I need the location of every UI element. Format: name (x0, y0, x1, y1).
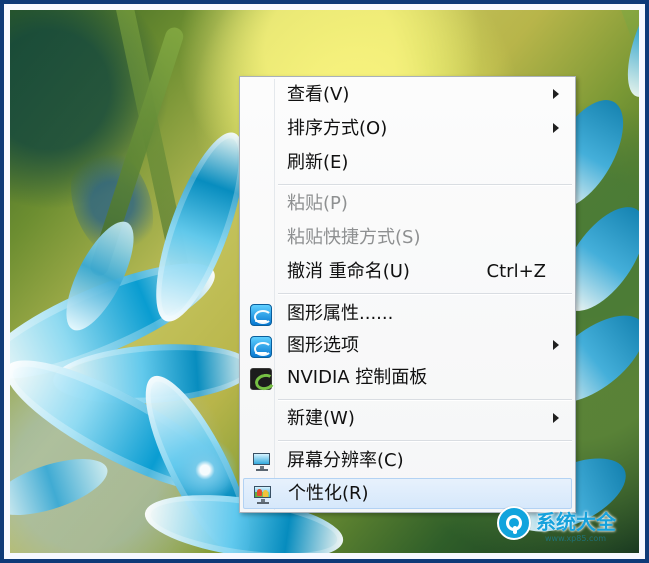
intel-graphics-icon (250, 336, 272, 358)
personalize-icon (252, 484, 274, 506)
menu-item-label: 排序方式(O) (287, 118, 388, 139)
menu-separator (278, 399, 572, 401)
menu-item-label: 新建(W) (287, 408, 355, 429)
intel-graphics-icon (250, 304, 272, 326)
menu-item-paste-shortcut: 粘贴快捷方式(S) (243, 223, 572, 254)
site-watermark: 系统大全 www.xp85.com (497, 503, 633, 548)
wallpaper-blur-left (10, 10, 170, 210)
menu-item-view[interactable]: 查看(V) (243, 80, 572, 111)
submenu-arrow-icon (553, 123, 559, 133)
menu-item-screen-resolution[interactable]: 屏幕分辨率(C) (243, 446, 572, 477)
menu-shortcut-label: Ctrl+Z (486, 261, 546, 282)
menu-item-label: 撤消 重命名(U) (287, 261, 410, 282)
menu-item-label: 查看(V) (287, 84, 350, 105)
wallpaper-blue-bokeh (56, 134, 168, 272)
submenu-arrow-icon (553, 413, 559, 423)
menu-item-label: 屏幕分辨率(C) (287, 450, 404, 471)
menu-item-paste: 粘贴(P) (243, 189, 572, 220)
screenshot-frame: 查看(V) 排序方式(O) 刷新(E) 粘贴(P) 粘贴快捷方式(S) 撤消 重… (0, 0, 649, 563)
menu-item-label: 粘贴快捷方式(S) (287, 227, 421, 248)
wallpaper-stem-2 (112, 10, 197, 305)
monitor-base-icon (256, 469, 268, 471)
nvidia-control-panel-icon (250, 368, 272, 390)
monitor-base-icon (257, 502, 269, 504)
menu-item-graphics-properties[interactable]: 图形属性...... (243, 299, 572, 330)
wallpaper-stem-3 (618, 10, 639, 295)
submenu-arrow-icon (553, 89, 559, 99)
personalize-figure-icon (263, 490, 268, 497)
menu-item-sort-by[interactable]: 排序方式(O) (243, 114, 572, 145)
menu-item-new[interactable]: 新建(W) (243, 404, 572, 435)
menu-item-nvidia-control-panel[interactable]: NVIDIA 控制面板 (243, 363, 572, 394)
system-logo-icon (497, 506, 531, 540)
watermark-text: 系统大全 (536, 510, 616, 534)
screen-resolution-icon (251, 451, 273, 473)
personalize-figure-icon (257, 489, 262, 496)
menu-item-label: NVIDIA 控制面板 (287, 367, 428, 388)
monitor-screen-icon (253, 453, 270, 465)
wallpaper-blue-petal-3 (10, 338, 243, 514)
watermark-subtext: www.xp85.com (545, 534, 607, 543)
menu-separator (278, 184, 572, 186)
wallpaper-blue-petal-7 (10, 447, 114, 527)
menu-item-label: 刷新(E) (287, 152, 349, 173)
desktop-context-menu: 查看(V) 排序方式(O) 刷新(E) 粘贴(P) 粘贴快捷方式(S) 撤消 重… (239, 76, 576, 513)
wallpaper-blue-petal-1 (10, 241, 227, 401)
menu-item-label: 图形属性...... (287, 303, 394, 324)
menu-item-graphics-options[interactable]: 图形选项 (243, 331, 572, 362)
menu-item-refresh[interactable]: 刷新(E) (243, 148, 572, 179)
wallpaper-right-petal-5 (615, 10, 639, 104)
menu-separator (278, 293, 572, 295)
desktop-wallpaper[interactable]: 查看(V) 排序方式(O) 刷新(E) 粘贴(P) 粘贴快捷方式(S) 撤消 重… (10, 10, 639, 553)
wallpaper-flower-center (160, 440, 250, 500)
menu-item-label: 图形选项 (287, 335, 359, 356)
menu-separator (278, 440, 572, 442)
submenu-arrow-icon (553, 340, 559, 350)
menu-item-undo-rename[interactable]: 撤消 重命名(U) Ctrl+Z (243, 257, 572, 288)
menu-item-label: 个性化(R) (288, 483, 369, 504)
wallpaper-stem-1 (88, 25, 186, 279)
menu-item-label: 粘贴(P) (287, 193, 348, 214)
wallpaper-blue-petal-2 (51, 338, 255, 410)
wallpaper-blue-petal-5 (53, 212, 147, 340)
